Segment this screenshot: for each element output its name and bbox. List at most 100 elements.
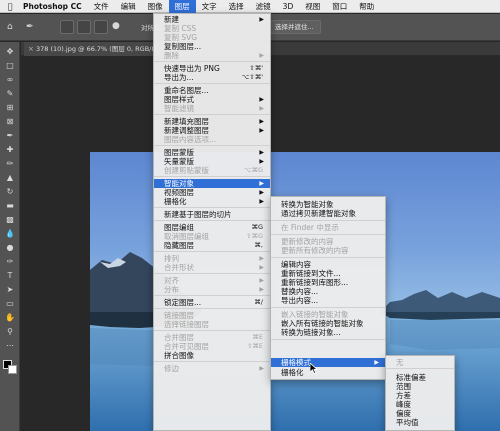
menu-item-update-modified-content[interactable]: 更新修改的内容 — [271, 237, 385, 246]
frame-tool-icon[interactable]: ⊠ — [3, 116, 17, 128]
menu-item-new-layer-based-slice[interactable]: 新建基于图层的切片 — [154, 210, 270, 219]
menu-item-update-all-modified-content[interactable]: 更新所有修改的内容 — [271, 246, 385, 255]
menu-item-edit-contents[interactable]: 编辑内容 — [271, 260, 385, 269]
add-selection-icon[interactable] — [77, 20, 91, 34]
menu-item-export-contents[interactable]: 导出内容... — [271, 296, 385, 305]
background-color-swatch[interactable] — [8, 365, 17, 374]
menu-item-embed-all-linked[interactable]: 嵌入所有链接的智能对象 — [271, 319, 385, 328]
menu-item-rasterize-smart-object[interactable]: 栅格化 — [271, 368, 385, 377]
menu-item-flatten-image[interactable]: 拼合图像 — [154, 351, 270, 360]
brush-size-icon[interactable]: ● — [112, 20, 120, 32]
menu-item-stack-variance[interactable]: 方差 — [386, 391, 454, 400]
menu-item-convert-to-smart-object[interactable]: 转换为智能对象 — [271, 200, 385, 209]
home-icon[interactable]: ⌂ — [7, 21, 13, 33]
eyedropper-tool-icon[interactable]: ✒ — [3, 130, 17, 142]
menu-item-export-as[interactable]: 导出为... ⌥⇧⌘' — [154, 73, 270, 82]
clone-stamp-tool-icon[interactable]: ▲ — [3, 172, 17, 184]
history-brush-tool-icon[interactable]: ↻ — [3, 186, 17, 198]
menu-item-relink-to-library-graphic[interactable]: 重新链接到库图形... — [271, 278, 385, 287]
menu-item-stack-standard-deviation[interactable]: 标准偏差 — [386, 373, 454, 382]
menu-item-select-linked-layers[interactable]: 选择链接图层 — [154, 320, 270, 329]
menu-item-hide-layers[interactable]: 隐藏图层 ⌘, — [154, 241, 270, 250]
menu-item-vector-mask[interactable]: 矢量蒙版 ▶ — [154, 157, 270, 166]
menubar-item-view[interactable]: 视图 — [299, 0, 326, 13]
menu-item-quick-export-png[interactable]: 快速导出为 PNG ⇧⌘' — [154, 64, 270, 73]
menu-item-stack-mean[interactable]: 平均值 — [386, 418, 454, 427]
menubar-item-edit[interactable]: 编辑 — [115, 0, 142, 13]
menu-item-new-smart-object-via-copy[interactable]: 通过拷贝新建智能对象 — [271, 209, 385, 218]
menu-item-embed-linked[interactable]: 嵌入链接的智能对象 — [271, 310, 385, 319]
pen-tool-icon[interactable]: ✑ — [3, 256, 17, 268]
zoom-tool-icon[interactable]: ⚲ — [3, 326, 17, 338]
menu-item-copy-css[interactable]: 复制 CSS — [154, 24, 270, 33]
menu-item-copy-svg[interactable]: 复制 SVG — [154, 33, 270, 42]
menu-item-new[interactable]: 新建 ▶ — [154, 15, 270, 24]
menu-item-duplicate-layer[interactable]: 复制图层... — [154, 42, 270, 51]
gradient-tool-icon[interactable]: ▩ — [3, 214, 17, 226]
brush-preset-icon[interactable]: ✒ — [26, 21, 34, 33]
document-tab[interactable]: × 378 (10).jpg @ 66.7% (图层 0, RGB/8) * — [24, 42, 170, 56]
menu-item-merge-layers[interactable]: 合并图层 ⌘E — [154, 333, 270, 342]
path-selection-tool-icon[interactable]: ➤ — [3, 284, 17, 296]
menu-item-link-layers[interactable]: 链接图层 — [154, 311, 270, 320]
eraser-tool-icon[interactable]: ▬ — [3, 200, 17, 212]
menubar-item-filter[interactable]: 滤镜 — [250, 0, 277, 13]
blur-tool-icon[interactable]: 💧 — [3, 228, 17, 240]
apple-icon[interactable]:  — [5, 1, 15, 11]
menubar-item-image[interactable]: 图像 — [142, 0, 169, 13]
menu-item-combine-shapes[interactable]: 合并形状 ▶ — [154, 263, 270, 272]
menubar-item-select[interactable]: 选择 — [223, 0, 250, 13]
new-selection-icon[interactable] — [60, 20, 74, 34]
menu-item-ungroup-layers[interactable]: 取消图层编组 ⇧⌘G — [154, 232, 270, 241]
crop-tool-icon[interactable]: ⊞ — [3, 102, 17, 114]
menu-item-relink-to-file[interactable]: 重新链接到文件... — [271, 269, 385, 278]
menu-item-new-adjustment-layer[interactable]: 新建调整图层 ▶ — [154, 126, 270, 135]
menu-item-smart-filter[interactable]: 智能滤镜 ▶ — [154, 104, 270, 113]
menu-item-layer-content-options[interactable]: 图层内容选项... — [154, 135, 270, 144]
menubar-item-help[interactable]: 帮助 — [353, 0, 380, 13]
rectangle-tool-icon[interactable]: ▭ — [3, 298, 17, 310]
menu-item-merge-visible[interactable]: 合并可见图层 ⇧⌘E — [154, 342, 270, 351]
menu-item-distribute[interactable]: 分布 ▶ — [154, 285, 270, 294]
healing-brush-tool-icon[interactable]: ✚ — [3, 144, 17, 156]
menu-item-lock-layers[interactable]: 锁定图层... ⌘/ — [154, 298, 270, 307]
quick-selection-tool-icon[interactable]: ✎ — [3, 88, 17, 100]
menu-item-smart-objects[interactable]: 智能对象 ▶ — [154, 179, 270, 188]
select-and-mask-button[interactable]: 选择并遮住... — [268, 20, 321, 34]
hand-tool-icon[interactable]: ✋ — [3, 312, 17, 324]
menu-item-stack-range[interactable]: 范围 — [386, 382, 454, 391]
menu-item-rename-layer[interactable]: 重命名图层... — [154, 86, 270, 95]
menu-item-delete[interactable]: 删除 ▶ — [154, 51, 270, 60]
dodge-tool-icon[interactable]: ● — [3, 242, 17, 254]
menu-item-layer-style[interactable]: 图层样式 ▶ — [154, 95, 270, 104]
menu-item-stack-kurtosis[interactable]: 峰度 — [386, 400, 454, 409]
brush-tool-icon[interactable]: ✏ — [3, 158, 17, 170]
menu-item-arrange[interactable]: 排列 ▶ — [154, 254, 270, 263]
menubar-item-layer[interactable]: 图层 — [168, 0, 196, 13]
type-tool-icon[interactable]: T — [3, 270, 17, 282]
subtract-selection-icon[interactable] — [94, 20, 108, 34]
menu-item-stack-none[interactable]: 无 — [386, 358, 454, 367]
menu-item-convert-to-linked[interactable]: 转换为链接对象... — [271, 328, 385, 337]
menu-item-new-fill-layer[interactable]: 新建填充图层 ▶ — [154, 117, 270, 126]
menubar-app-name[interactable]: Photoshop CC — [17, 0, 88, 13]
menubar-item-window[interactable]: 窗口 — [326, 0, 353, 13]
menu-item-create-clipping-mask[interactable]: 创建剪贴蒙版 ⌥⌘G — [154, 166, 270, 175]
menu-item-stack-mode[interactable]: 栅格模式 ▶ — [271, 358, 385, 367]
close-icon[interactable]: × — [28, 42, 34, 56]
menu-item-align[interactable]: 对齐 ▶ — [154, 276, 270, 285]
marquee-tool-icon[interactable]: □ — [3, 60, 17, 72]
menu-item-stack-skewness[interactable]: 偏度 — [386, 409, 454, 418]
menubar-item-3d[interactable]: 3D — [277, 0, 300, 13]
menu-item-replace-contents[interactable]: 替换内容... — [271, 287, 385, 296]
move-tool-icon[interactable]: ✥ — [3, 46, 17, 58]
menubar-item-file[interactable]: 文件 — [88, 0, 115, 13]
menu-item-group-layers[interactable]: 图层编组 ⌘G — [154, 223, 270, 232]
menu-item-reveal-in-finder[interactable]: 在 Finder 中显示 — [271, 223, 385, 232]
menu-item-rasterize[interactable]: 栅格化 ▶ — [154, 197, 270, 206]
menu-item-matting[interactable]: 修边 ▶ — [154, 364, 270, 373]
lasso-tool-icon[interactable]: ∞ — [3, 74, 17, 86]
menu-item-video-layers[interactable]: 视频图层 ▶ — [154, 188, 270, 197]
menubar-item-type[interactable]: 文字 — [196, 0, 223, 13]
menu-item-layer-mask[interactable]: 图层蒙版 ▶ — [154, 148, 270, 157]
